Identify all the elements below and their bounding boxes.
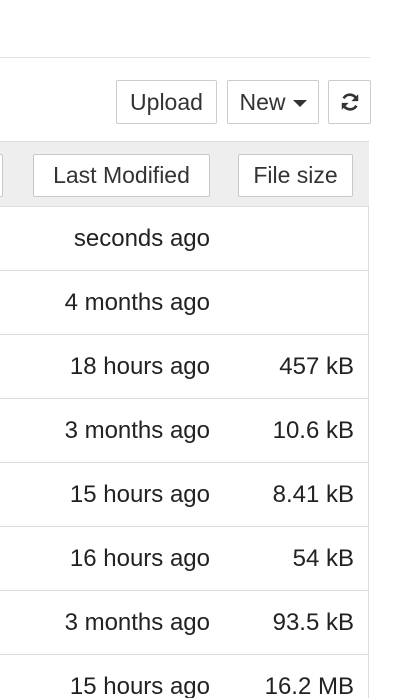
last-modified-cell: 18 hours ago <box>69 353 210 380</box>
last-modified-cell: 4 months ago <box>64 289 210 316</box>
table-row[interactable]: 15 hours ago 16.2 MB <box>0 655 369 698</box>
file-size-header-label: File size <box>253 162 338 188</box>
new-dropdown-button[interactable]: New <box>227 80 319 124</box>
file-size-cell: 93.5 kB <box>272 609 354 636</box>
table-row[interactable]: 4 months ago <box>0 271 369 335</box>
table-row[interactable]: 18 hours ago 457 kB <box>0 335 369 399</box>
file-browser-page: Upload New Last Modified File size secon… <box>0 0 416 698</box>
sort-last-modified-button[interactable]: Last Modified <box>33 154 210 197</box>
header-divider <box>0 57 370 58</box>
sort-name-button[interactable] <box>0 154 3 197</box>
new-button-label: New <box>239 88 286 115</box>
table-row[interactable]: 15 hours ago 8.41 kB <box>0 463 369 527</box>
refresh-button[interactable] <box>328 80 371 124</box>
last-modified-cell: 16 hours ago <box>69 545 210 572</box>
table-row[interactable]: 16 hours ago 54 kB <box>0 527 369 591</box>
file-size-cell: 8.41 kB <box>272 481 354 508</box>
file-size-cell: 10.6 kB <box>272 417 354 444</box>
sort-file-size-button[interactable]: File size <box>238 154 353 197</box>
upload-button-label: Upload <box>130 88 203 115</box>
last-modified-cell: seconds ago <box>73 225 210 252</box>
last-modified-cell: 15 hours ago <box>69 673 210 698</box>
last-modified-header-label: Last Modified <box>53 162 190 188</box>
last-modified-cell: 3 months ago <box>64 609 210 636</box>
refresh-icon <box>341 93 358 111</box>
file-size-cell: 457 kB <box>279 353 354 380</box>
file-size-cell: 54 kB <box>292 545 354 572</box>
table-row[interactable]: seconds ago <box>0 207 369 271</box>
caret-down-icon <box>292 100 307 107</box>
table-row[interactable]: 3 months ago 93.5 kB <box>0 591 369 655</box>
last-modified-cell: 3 months ago <box>64 417 210 444</box>
table-row[interactable]: 3 months ago 10.6 kB <box>0 399 369 463</box>
upload-button[interactable]: Upload <box>116 80 217 124</box>
file-size-cell: 16.2 MB <box>264 673 354 698</box>
last-modified-cell: 15 hours ago <box>69 481 210 508</box>
